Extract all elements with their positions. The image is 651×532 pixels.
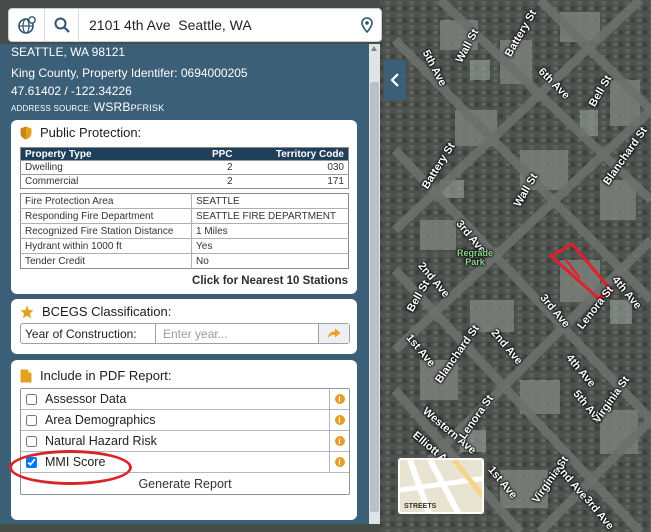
pdf-option-label: Area Demographics xyxy=(45,413,156,427)
table-row: Tender Credit No xyxy=(20,253,349,269)
address-source-value: WSRBPFRISK xyxy=(93,100,165,114)
fire-row-key: Responding Fire Department xyxy=(20,208,192,224)
pdf-option-label: Natural Hazard Risk xyxy=(45,434,157,448)
assessor-data-checkbox[interactable] xyxy=(26,393,37,405)
bcegs-heading: BCEGS Classification: xyxy=(20,304,171,319)
year-of-construction-label: Year of Construction: xyxy=(21,324,156,343)
ppc-table: Property Type PPC Territory Code Dwellin… xyxy=(20,147,349,189)
address-source-label: ADDRESS SOURCE: xyxy=(11,104,92,113)
info-icon: i xyxy=(334,436,345,446)
table-row: Recognized Fire Station Distance 1 Miles xyxy=(20,223,349,239)
public-protection-card: Public Protection: Property Type PPC Ter… xyxy=(11,120,357,294)
mmi-score-checkbox[interactable] xyxy=(26,456,37,468)
scroll-thumb[interactable] xyxy=(370,82,379,512)
pdf-report-title: Include in PDF Report: xyxy=(40,368,172,383)
cell-property-type: Commercial xyxy=(20,174,171,189)
panel-content: SEATTLE, WA 98121 King County, Property … xyxy=(0,44,368,524)
info-button[interactable]: i xyxy=(329,410,349,430)
pdf-option-area-demographics[interactable]: Area Demographics i xyxy=(21,410,349,431)
search-icon xyxy=(54,17,70,33)
county-property-id: King County, Property Identifer: 0694000… xyxy=(11,66,248,80)
cell-territory-code: 171 xyxy=(236,174,349,189)
cell-property-type: Dwelling xyxy=(20,160,171,175)
fire-row-value: SEATTLE xyxy=(196,195,240,207)
natural-hazard-risk-checkbox[interactable] xyxy=(26,435,37,447)
pdf-report-card: Include in PDF Report: Assessor Data i A… xyxy=(11,360,357,520)
pdf-option-assessor-data[interactable]: Assessor Data i xyxy=(21,389,349,410)
shield-icon xyxy=(20,126,32,140)
pdf-options-list: Assessor Data i Area Demographics i Natu… xyxy=(20,388,350,495)
fire-row-value: 1 Miles xyxy=(191,223,349,239)
pdf-option-natural-hazard-risk[interactable]: Natural Hazard Risk i xyxy=(21,431,349,452)
year-of-construction-group: Year of Construction: xyxy=(20,323,350,344)
fire-row-key: Tender Credit xyxy=(20,253,192,269)
info-icon: i xyxy=(334,394,345,404)
fire-row-key: Hydrant within 1000 ft xyxy=(20,238,192,254)
fire-row-value: SEATTLE FIRE DEPARTMENT xyxy=(191,208,349,224)
address-search-input[interactable] xyxy=(79,10,353,40)
ppc-table-header: Property Type PPC Territory Code xyxy=(20,147,349,161)
fire-row-key: Recognized Fire Station Distance xyxy=(20,223,192,239)
cell-ppc: 2 xyxy=(170,160,237,175)
pdf-report-heading: Include in PDF Report: xyxy=(20,368,172,383)
star-icon xyxy=(20,305,34,319)
streets-basemap-toggle[interactable]: STREETS xyxy=(398,458,484,514)
fire-row-value: No xyxy=(191,253,349,269)
map-pin-icon xyxy=(361,17,373,33)
property-panel: SEATTLE, WA 98121 King County, Property … xyxy=(0,44,380,524)
table-row: Fire Protection Area SEATTLE xyxy=(20,193,349,209)
area-demographics-checkbox[interactable] xyxy=(26,414,37,426)
streets-label: STREETS xyxy=(404,503,437,510)
nearest-stations-link[interactable]: Click for Nearest 10 Stations xyxy=(192,275,348,287)
park-label: Regrade Park xyxy=(457,248,494,267)
search-button[interactable] xyxy=(45,9,79,41)
address-source: ADDRESS SOURCE: WSRBPFRISK xyxy=(11,100,164,114)
info-button[interactable]: i xyxy=(329,431,349,451)
fire-row-key: Fire Protection Area xyxy=(20,193,192,209)
table-row: Commercial 2 171 xyxy=(20,174,349,189)
locate-button[interactable] xyxy=(353,17,381,33)
info-button[interactable]: i xyxy=(329,389,349,409)
col-territory-code: Territory Code xyxy=(236,147,349,161)
chevron-left-icon xyxy=(390,73,399,87)
fire-protection-table: Fire Protection Area SEATTLE Responding … xyxy=(20,193,349,269)
panel-scrollbar[interactable] xyxy=(369,44,380,524)
city-zip: SEATTLE, WA 98121 xyxy=(11,45,126,59)
info-icon: i xyxy=(334,415,345,425)
pdf-option-mmi-score[interactable]: MMI Score i xyxy=(21,452,349,473)
cell-ppc: 2 xyxy=(170,174,237,189)
coordinates: 47.61402 / -122.34226 xyxy=(11,84,132,98)
year-of-construction-input[interactable] xyxy=(156,324,318,343)
table-row: Hydrant within 1000 ft Yes xyxy=(20,238,349,254)
basemap-button[interactable] xyxy=(9,9,45,41)
submit-year-button[interactable] xyxy=(318,324,349,343)
document-icon xyxy=(20,369,32,383)
scroll-up-arrow-icon[interactable] xyxy=(371,46,377,51)
public-protection-title: Public Protection: xyxy=(40,125,142,140)
fire-row-value: Yes xyxy=(191,238,349,254)
col-ppc: PPC xyxy=(170,147,237,161)
table-row: Dwelling 2 030 xyxy=(20,160,349,175)
collapse-panel-button[interactable] xyxy=(384,60,406,100)
cell-territory-code: 030 xyxy=(236,160,349,175)
address-search-bar xyxy=(8,8,382,42)
share-arrow-icon xyxy=(327,328,341,339)
table-row: Responding Fire Department SEATTLE FIRE … xyxy=(20,208,349,224)
bcegs-card: BCEGS Classification: Year of Constructi… xyxy=(11,299,357,354)
generate-report-button[interactable]: Generate Report xyxy=(21,473,349,494)
pdf-option-label: MMI Score xyxy=(45,455,106,469)
bcegs-title: BCEGS Classification: xyxy=(42,304,172,319)
pdf-option-label: Assessor Data xyxy=(45,392,127,406)
info-icon: i xyxy=(334,457,345,467)
col-property-type: Property Type xyxy=(20,147,171,161)
public-protection-heading: Public Protection: xyxy=(20,125,141,140)
globe-icon xyxy=(17,16,36,34)
info-button[interactable]: i xyxy=(329,452,349,472)
